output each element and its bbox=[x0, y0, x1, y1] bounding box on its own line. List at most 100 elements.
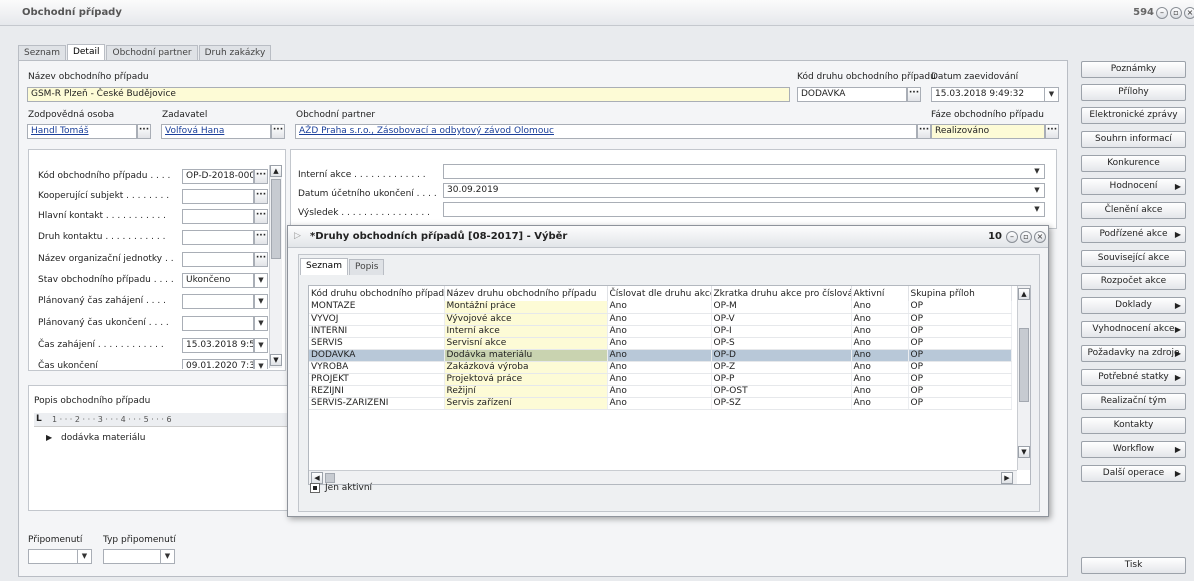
interni-akce-input[interactable]: ▼ bbox=[443, 164, 1045, 179]
grid-column-header[interactable]: Kód druhu obchodního případu bbox=[309, 286, 445, 301]
grid-column-header[interactable]: Zkratka druhu akce pro číslování bbox=[711, 286, 852, 301]
left-field-input[interactable]: Ukončeno bbox=[182, 273, 254, 288]
popis-text[interactable]: dodávka materiálu bbox=[61, 433, 145, 443]
zodpovedna-input[interactable]: Handl Tomáš bbox=[27, 124, 137, 139]
chevron-down-icon[interactable]: ▼ bbox=[254, 273, 268, 288]
close-icon[interactable]: × bbox=[1184, 7, 1194, 19]
left-field-input[interactable] bbox=[182, 294, 254, 309]
side-button[interactable]: Souhrn informací bbox=[1081, 131, 1186, 148]
left-field-input[interactable]: 09.01.2020 7:3 bbox=[182, 359, 254, 369]
zadavatel-input[interactable]: Volfová Hana bbox=[161, 124, 271, 139]
scroll-up-icon[interactable]: ▲ bbox=[270, 165, 282, 177]
dialog-close-icon[interactable]: × bbox=[1034, 231, 1046, 243]
zodpovedna-value[interactable]: Handl Tomáš bbox=[31, 126, 89, 136]
grid-scroll-thumb[interactable] bbox=[1019, 328, 1029, 402]
restore-icon[interactable]: ▫ bbox=[1170, 7, 1182, 19]
side-button[interactable]: Související akce bbox=[1081, 250, 1186, 267]
side-button[interactable]: Potřebné statky ▶ bbox=[1081, 369, 1186, 386]
left-field-input[interactable] bbox=[182, 209, 254, 224]
tab-detail[interactable]: Detail bbox=[66, 44, 106, 61]
left-field-input[interactable] bbox=[182, 316, 254, 331]
table-row[interactable]: MONTAZE Montážní práce Ano OP-M Ano OP bbox=[309, 301, 1012, 314]
side-button[interactable]: Podřízené akce ▶ bbox=[1081, 226, 1186, 243]
grid-column-header[interactable]: Číslovat dle druhu akce bbox=[607, 286, 712, 301]
left-field-input[interactable]: OP-D-2018-000008 bbox=[182, 169, 254, 184]
partner-input[interactable]: AŽD Praha s.r.o., Zásobovací a odbytový … bbox=[295, 124, 917, 139]
picker-button[interactable]: ··· bbox=[254, 230, 268, 245]
tab-obchodni-partner[interactable]: Obchodní partner bbox=[106, 45, 198, 61]
dialog-restore-icon[interactable]: ▫ bbox=[1020, 231, 1032, 243]
scroll-thumb[interactable] bbox=[271, 179, 281, 259]
grid-hscroll[interactable]: ◀ ▶ bbox=[309, 470, 1017, 484]
side-button[interactable]: Členění akce bbox=[1081, 202, 1186, 219]
zadavatel-value[interactable]: Volfová Hana bbox=[165, 126, 224, 136]
zadavatel-picker-button[interactable]: ··· bbox=[271, 124, 285, 139]
left-field-input[interactable] bbox=[182, 189, 254, 204]
table-row[interactable]: VYROBA Zakázková výroba Ano OP-Z Ano OP bbox=[309, 361, 1012, 374]
picker-button[interactable]: ··· bbox=[254, 189, 268, 204]
zodpovedna-picker-button[interactable]: ··· bbox=[137, 124, 151, 139]
dialog-tab-popis[interactable]: Popis bbox=[348, 259, 385, 275]
chevron-down-icon[interactable]: ▼ bbox=[254, 338, 268, 353]
picker-button[interactable]: ··· bbox=[254, 252, 268, 267]
dialog-tab-seznam[interactable]: Seznam bbox=[300, 258, 348, 275]
grid-column-header[interactable]: Aktivní bbox=[851, 286, 909, 301]
minimize-icon[interactable]: – bbox=[1156, 7, 1168, 19]
chevron-down-icon[interactable]: ▼ bbox=[1030, 165, 1044, 178]
side-button[interactable]: Poznámky bbox=[1081, 61, 1186, 78]
side-button[interactable]: Rozpočet akce bbox=[1081, 273, 1186, 290]
side-button[interactable]: Realizační tým bbox=[1081, 393, 1186, 410]
typ-pripomenuti-select[interactable]: ▼ bbox=[103, 549, 175, 564]
side-button[interactable]: Vyhodnocení akce ▶ bbox=[1081, 321, 1186, 338]
table-row[interactable]: SERVIS Servisní akce Ano OP-S Ano OP bbox=[309, 337, 1012, 350]
side-button[interactable]: Požadavky na zdroje ▶ bbox=[1081, 345, 1186, 362]
pripomenuti-select[interactable]: ▼ bbox=[28, 549, 92, 564]
jen-aktivni-checkbox[interactable] bbox=[310, 483, 320, 493]
datum-zaevidovani-input[interactable]: 15.03.2018 9:49:32 ▼ bbox=[931, 87, 1059, 102]
chevron-down-icon[interactable]: ▼ bbox=[1044, 88, 1058, 101]
table-row[interactable]: VYVOJ Vývojové akce Ano OP-V Ano OP bbox=[309, 313, 1012, 326]
side-button[interactable]: Kontakty bbox=[1081, 417, 1186, 434]
grid-vscroll[interactable]: ▲ ▼ bbox=[1017, 286, 1030, 470]
dialog-minimize-icon[interactable]: – bbox=[1006, 231, 1018, 243]
faze-picker-button[interactable]: ··· bbox=[1045, 124, 1059, 139]
hscroll-thumb[interactable] bbox=[325, 473, 335, 483]
side-button[interactable]: Konkurence bbox=[1081, 155, 1186, 172]
left-field-input[interactable]: 15.03.2018 9:5 bbox=[182, 338, 254, 353]
side-button[interactable]: Workflow ▶ bbox=[1081, 441, 1186, 458]
kod-druhu-input[interactable]: DODAVKA bbox=[797, 87, 907, 102]
left-field-input[interactable] bbox=[182, 252, 254, 267]
partner-value[interactable]: AŽD Praha s.r.o., Zásobovací a odbytový … bbox=[299, 126, 554, 136]
kod-druhu-picker-button[interactable]: ··· bbox=[907, 87, 921, 102]
chevron-down-icon[interactable]: ▼ bbox=[254, 359, 268, 369]
side-button[interactable]: Elektronické zprávy bbox=[1081, 107, 1186, 124]
tab-druh-zakazky[interactable]: Druh zakázky bbox=[198, 45, 272, 61]
chevron-down-icon[interactable]: ▼ bbox=[1030, 203, 1044, 216]
chevron-down-icon[interactable]: ▼ bbox=[77, 550, 91, 563]
chevron-down-icon[interactable]: ▼ bbox=[160, 550, 174, 563]
tab-seznam[interactable]: Seznam bbox=[18, 45, 66, 61]
faze-input[interactable]: Realizováno bbox=[931, 124, 1045, 139]
picker-button[interactable]: ··· bbox=[254, 209, 268, 224]
table-row[interactable]: DODAVKA Dodávka materiálu Ano OP-D Ano OP bbox=[309, 349, 1012, 362]
table-row[interactable]: REZIJNI Režijní Ano OP-OST Ano OP bbox=[309, 385, 1012, 398]
grid-column-header[interactable]: Skupina příloh bbox=[908, 286, 1012, 301]
picker-button[interactable]: ··· bbox=[254, 169, 268, 184]
tab-stop-icon[interactable]: L bbox=[36, 414, 42, 424]
scroll-down-icon[interactable]: ▼ bbox=[270, 354, 282, 366]
partner-picker-button[interactable]: ··· bbox=[917, 124, 931, 139]
datum-ucetniho-input[interactable]: 30.09.2019 ▼ bbox=[443, 183, 1045, 198]
grid-column-header[interactable]: Název druhu obchodního případu bbox=[444, 286, 608, 301]
table-row[interactable]: INTERNI Interní akce Ano OP-I Ano OP bbox=[309, 325, 1012, 338]
chevron-down-icon[interactable]: ▼ bbox=[254, 294, 268, 309]
scroll-right-icon[interactable]: ▶ bbox=[1001, 472, 1013, 484]
chevron-down-icon[interactable]: ▼ bbox=[254, 316, 268, 331]
table-row[interactable]: PROJEKT Projektová práce Ano OP-P Ano OP bbox=[309, 373, 1012, 386]
left-field-input[interactable] bbox=[182, 230, 254, 245]
vysledek-input[interactable]: ▼ bbox=[443, 202, 1045, 217]
side-button[interactable]: Hodnocení ▶ bbox=[1081, 178, 1186, 195]
tisk-button[interactable]: Tisk bbox=[1081, 557, 1186, 574]
side-button[interactable]: Přílohy bbox=[1081, 84, 1186, 101]
nazev-input[interactable]: GSM-R Plzeň - České Budějovice bbox=[27, 87, 790, 102]
table-row[interactable]: SERVIS-ZARIZENI Servis zařízení Ano OP-SZ An… bbox=[309, 397, 1012, 410]
